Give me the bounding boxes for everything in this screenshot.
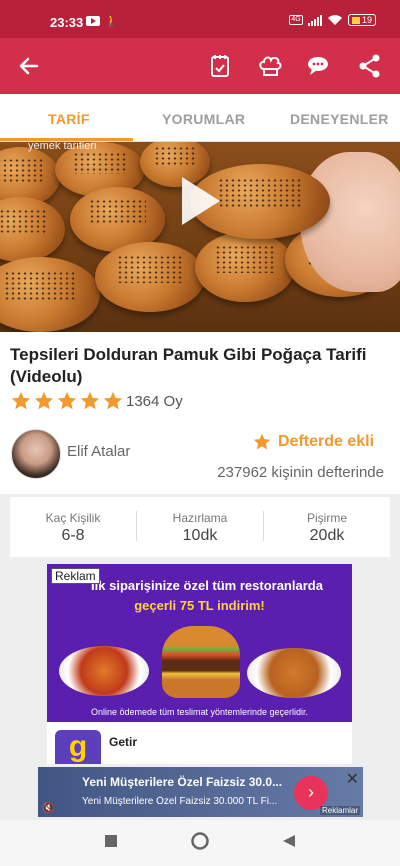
signal-icon: [307, 14, 322, 26]
battery-indicator: 19: [347, 14, 376, 26]
ad-subheadline: geçerli 75 TL indirim!: [134, 598, 265, 613]
author-name[interactable]: Elif Atalar: [67, 443, 130, 460]
info-servings: Kaç Kişilik 6-8: [10, 511, 136, 545]
banner-subtitle: Yeni Müşterilere Özel Faizsiz 30.000 TL …: [82, 796, 278, 807]
status-time: 23:33: [50, 15, 84, 30]
star-icon: [80, 391, 100, 410]
tab-yorumlar[interactable]: YORUMLAR: [162, 111, 245, 127]
arrow-left-icon[interactable]: [15, 52, 43, 80]
info-value: 6-8: [61, 527, 85, 544]
info-label: Kaç Kişilik: [45, 511, 101, 525]
recents-icon[interactable]: [104, 834, 118, 848]
back-icon[interactable]: [282, 834, 296, 848]
recipe-tabs: TARİF YORUMLAR DENEYENLER: [0, 94, 400, 142]
info-label: Pişirme: [306, 511, 347, 525]
banner-ad[interactable]: Yeni Müşterilere Özel Faizsiz 30.0... Ye…: [38, 767, 363, 817]
defter-label: Defterde ekli: [278, 433, 375, 450]
defter-count: 237962 kişinin defterinde: [217, 464, 384, 481]
advertisement[interactable]: İlk siparişinize özel tüm restoranlarda …: [47, 564, 352, 764]
vote-count: 1364 Oy: [126, 393, 183, 410]
system-nav-bar: [0, 820, 400, 866]
share-icon[interactable]: [356, 52, 384, 80]
defter-button[interactable]: Defterde ekli: [252, 432, 374, 452]
walk-icon: 🚶: [104, 14, 119, 28]
info-value: 10dk: [182, 527, 218, 544]
youtube-icon: [86, 16, 100, 26]
rating-stars[interactable]: [10, 390, 124, 412]
play-icon[interactable]: [182, 177, 220, 225]
close-icon[interactable]: ✕: [346, 769, 359, 789]
info-prep-time: Hazırlama 10dk: [137, 511, 263, 545]
tab-deneyenler[interactable]: DENEYENLER: [290, 111, 389, 127]
star-icon: [57, 391, 77, 410]
recipe-video[interactable]: yemek tarifleri: [0, 142, 400, 332]
mute-icon[interactable]: 🔇: [42, 803, 54, 814]
notebook-check-icon[interactable]: [206, 52, 234, 80]
wifi-icon: [327, 15, 342, 25]
food-image-salad: [59, 646, 149, 696]
home-icon[interactable]: [191, 832, 209, 850]
ad-footnote: Online ödemede tüm teslimat yöntemlerind…: [90, 707, 309, 717]
banner-title: Yeni Müşterilere Özel Faizsiz 30.0...: [82, 775, 282, 789]
star-icon: [103, 391, 123, 410]
star-icon: [34, 391, 54, 410]
chevron-right-icon[interactable]: ›: [294, 776, 328, 810]
avatar[interactable]: [11, 429, 61, 479]
app-toolbar: [0, 38, 400, 94]
recipe-header: Tepsileri Dolduran Pamuk Gibi Poğaça Tar…: [0, 332, 400, 494]
comment-icon[interactable]: [304, 52, 332, 80]
getir-logo-icon: g: [55, 730, 101, 764]
active-tab-indicator: [0, 138, 133, 141]
banner-ad-label: Reklamlar: [319, 806, 360, 815]
ad-brand-name: Getir: [109, 735, 138, 749]
info-value: 20dk: [309, 527, 345, 544]
status-bar: 23:33 🚶 4G 19: [0, 0, 400, 38]
info-label: Hazırlama: [172, 511, 228, 525]
ad-brand-row: g Getir: [47, 722, 352, 764]
star-icon: [11, 391, 31, 410]
ad-headline: İlk siparişinize özel tüm restoranlarda: [91, 578, 323, 593]
star-icon: [253, 433, 271, 450]
info-cook-time: Pişirme 20dk: [264, 511, 390, 545]
ad-label: Reklam: [51, 568, 100, 584]
recipe-title: Tepsileri Dolduran Pamuk Gibi Poğaça Tar…: [10, 345, 367, 386]
food-image-chicken: [247, 648, 341, 698]
chef-hat-icon[interactable]: [256, 52, 284, 80]
recipe-info-card: Kaç Kişilik 6-8 Hazırlama 10dk Pişirme 2…: [10, 497, 390, 557]
video-watermark: yemek tarifleri: [28, 142, 97, 152]
volte-icon: 4G: [288, 15, 303, 25]
tab-tarif[interactable]: TARİF: [48, 111, 90, 127]
food-image-burger: [162, 626, 240, 698]
